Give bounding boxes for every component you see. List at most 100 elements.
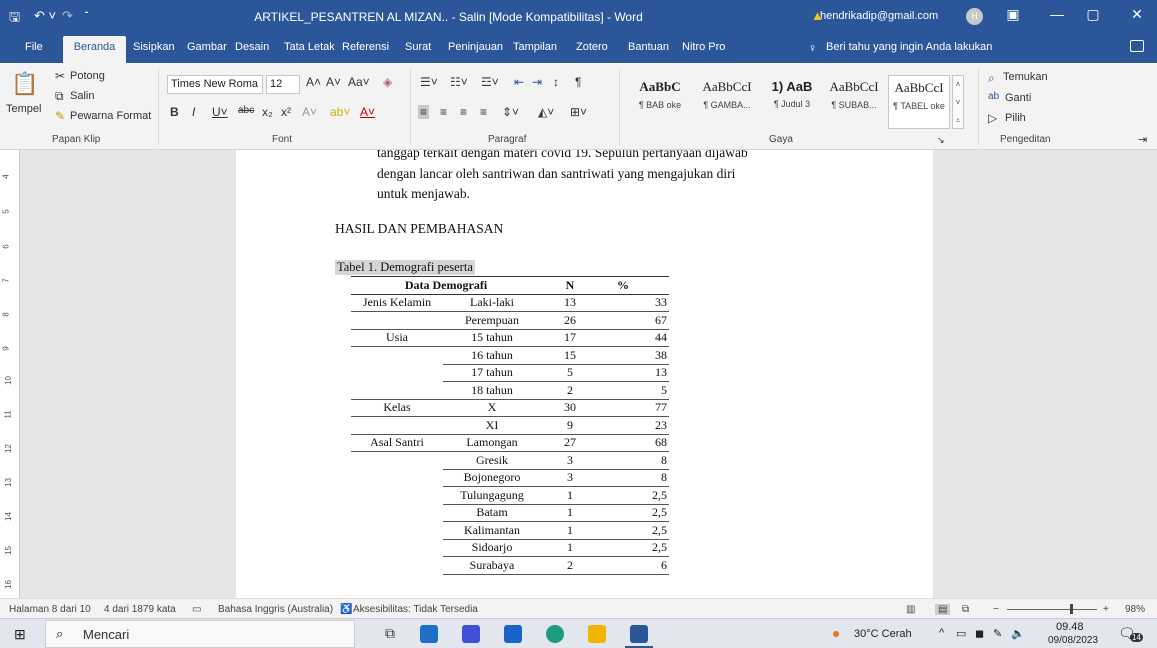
- weather-text[interactable]: 30°C Cerah: [854, 628, 912, 640]
- pen-icon[interactable]: ✎: [993, 627, 1002, 640]
- grow-font-icon[interactable]: A˄: [306, 75, 321, 89]
- store-icon[interactable]: [504, 625, 522, 643]
- close-button[interactable]: ✕: [1127, 6, 1147, 23]
- replace-icon[interactable]: ab: [988, 91, 999, 102]
- numbering-icon[interactable]: ☷˅: [450, 75, 468, 89]
- zoom-level[interactable]: 98%: [1125, 604, 1145, 615]
- tab-layout[interactable]: Tata Letak: [284, 41, 335, 53]
- tab-zotero[interactable]: Zotero: [576, 41, 608, 53]
- text-effects-icon[interactable]: A˅: [302, 105, 317, 119]
- print-layout-icon[interactable]: ▤: [935, 604, 951, 615]
- tab-nitro[interactable]: Nitro Pro: [682, 41, 725, 53]
- document-workspace[interactable]: 4 5 6 7 8 9 10 11 12 13 14 15 16 tanggap…: [0, 150, 1157, 598]
- accessibility-status[interactable]: Aksesibilitas: Tidak Tersedia: [353, 604, 478, 615]
- tab-mailings[interactable]: Surat: [405, 41, 431, 53]
- pin-ribbon-icon[interactable]: ⇥: [1138, 133, 1147, 146]
- tab-design[interactable]: Desain: [235, 41, 269, 53]
- zoom-slider-thumb[interactable]: [1070, 604, 1073, 614]
- cut-icon[interactable]: ✂: [55, 69, 65, 83]
- styles-launcher-icon[interactable]: ↘: [937, 135, 945, 146]
- align-center-icon[interactable]: ≡: [440, 105, 447, 119]
- shading-icon[interactable]: ◭˅: [538, 105, 554, 119]
- font-name-select[interactable]: Times New Roma: [167, 75, 263, 94]
- zoom-slider[interactable]: [1007, 609, 1097, 610]
- style-subab[interactable]: AaBbCcI ¶ SUBAB...: [824, 75, 884, 129]
- task-view-icon[interactable]: ⧉: [385, 625, 403, 643]
- tab-insert[interactable]: Sisipkan: [133, 41, 175, 53]
- shrink-font-icon[interactable]: A˅: [326, 75, 341, 89]
- paste-icon[interactable]: 📋: [11, 71, 38, 97]
- line-spacing-icon[interactable]: ⇕˅: [502, 105, 519, 119]
- web-layout-icon[interactable]: ⧉: [962, 604, 969, 615]
- sort-icon[interactable]: ↕: [553, 75, 559, 89]
- account-email[interactable]: hendrikadip@gmail.com: [820, 10, 938, 22]
- minimize-button[interactable]: —: [1047, 6, 1067, 22]
- font-color-icon[interactable]: A˅: [360, 105, 375, 119]
- document-page[interactable]: tanggap terkait dengan materi covid 19. …: [236, 150, 933, 598]
- tell-me-search[interactable]: Beri tahu yang ingin Anda lakukan: [826, 41, 992, 53]
- clock-time[interactable]: 09.48: [1056, 621, 1084, 633]
- zoom-in-icon[interactable]: +: [1103, 604, 1109, 615]
- format-painter-icon[interactable]: ✎: [55, 109, 65, 123]
- italic-icon[interactable]: I: [192, 105, 195, 119]
- highlight-icon[interactable]: ab˅: [330, 105, 350, 119]
- show-formatting-icon[interactable]: ¶: [575, 75, 581, 89]
- file-explorer-icon[interactable]: [588, 625, 606, 643]
- font-size-select[interactable]: 12: [266, 75, 300, 94]
- select-button[interactable]: Pilih: [1005, 112, 1026, 124]
- copy-button[interactable]: Salin: [70, 90, 94, 102]
- proofing-icon[interactable]: ▭: [192, 604, 201, 615]
- style-bab-oke[interactable]: AaBbC ¶ BAB oke: [630, 75, 690, 129]
- volume-icon[interactable]: 🔈: [1011, 627, 1025, 640]
- comments-icon[interactable]: [1130, 40, 1144, 52]
- restore-button[interactable]: ▢: [1083, 6, 1103, 23]
- windows-start-icon[interactable]: ⊞: [14, 626, 26, 643]
- decrease-indent-icon[interactable]: ⇤: [514, 75, 524, 89]
- read-mode-icon[interactable]: ▥: [906, 604, 915, 615]
- tab-draw[interactable]: Gambar: [187, 41, 227, 53]
- clock-date[interactable]: 09/08/2023: [1048, 635, 1098, 646]
- tab-help[interactable]: Bantuan: [628, 41, 669, 53]
- paste-button[interactable]: Tempel: [6, 103, 41, 115]
- find-icon[interactable]: ⌕: [988, 71, 995, 86]
- subscript-icon[interactable]: x₂: [262, 105, 273, 119]
- tab-references[interactable]: Referensi: [342, 41, 389, 53]
- ribbon-display-icon[interactable]: ▣: [1003, 6, 1023, 23]
- format-painter-button[interactable]: Pewarna Format: [70, 110, 151, 122]
- increase-indent-icon[interactable]: ⇥: [532, 75, 542, 89]
- edge-icon[interactable]: [546, 625, 564, 643]
- mail-icon[interactable]: [420, 625, 438, 643]
- tab-review[interactable]: Peninjauan: [448, 41, 503, 53]
- weather-icon[interactable]: ●: [832, 625, 840, 641]
- battery-icon[interactable]: ▭: [956, 627, 966, 640]
- styles-gallery-scroll[interactable]: ˄ ˅ ⩡: [952, 75, 964, 129]
- borders-icon[interactable]: ⊞˅: [570, 105, 587, 119]
- tab-file[interactable]: File: [25, 41, 43, 53]
- superscript-icon[interactable]: x²: [281, 105, 291, 119]
- network-icon[interactable]: ◼: [975, 627, 984, 640]
- style-gambar[interactable]: AaBbCcI ¶ GAMBA...: [694, 75, 760, 129]
- word-count[interactable]: 4 dari 1879 kata: [104, 604, 176, 615]
- select-icon[interactable]: ▷: [988, 111, 997, 125]
- word-icon[interactable]: [630, 625, 648, 643]
- change-case-icon[interactable]: Aa˅: [348, 75, 370, 89]
- bullets-icon[interactable]: ☰˅: [420, 75, 438, 89]
- bold-icon[interactable]: B: [170, 105, 179, 119]
- justify-icon[interactable]: ≡: [480, 105, 487, 119]
- cut-button[interactable]: Potong: [70, 70, 105, 82]
- language-status[interactable]: Bahasa Inggris (Australia): [218, 604, 333, 615]
- underline-icon[interactable]: U˅: [212, 105, 228, 119]
- page-count[interactable]: Halaman 8 dari 10: [9, 604, 91, 615]
- photos-icon[interactable]: [462, 625, 480, 643]
- find-button[interactable]: Temukan: [1003, 71, 1048, 83]
- zoom-out-icon[interactable]: −: [993, 604, 999, 615]
- taskbar-search[interactable]: ⌕ Mencari: [45, 620, 355, 648]
- strikethrough-icon[interactable]: abc: [238, 105, 254, 116]
- style-tabel-oke[interactable]: AaBbCcI ¶ TABEL oke: [888, 75, 950, 129]
- avatar[interactable]: H: [966, 8, 983, 25]
- multilevel-list-icon[interactable]: ☲˅: [481, 75, 499, 89]
- style-judul-3[interactable]: 1) AaB ¶ Judul 3: [764, 75, 820, 129]
- clear-formatting-icon[interactable]: ◈: [383, 75, 392, 89]
- tab-home[interactable]: Beranda: [63, 36, 126, 63]
- replace-button[interactable]: Ganti: [1005, 92, 1031, 104]
